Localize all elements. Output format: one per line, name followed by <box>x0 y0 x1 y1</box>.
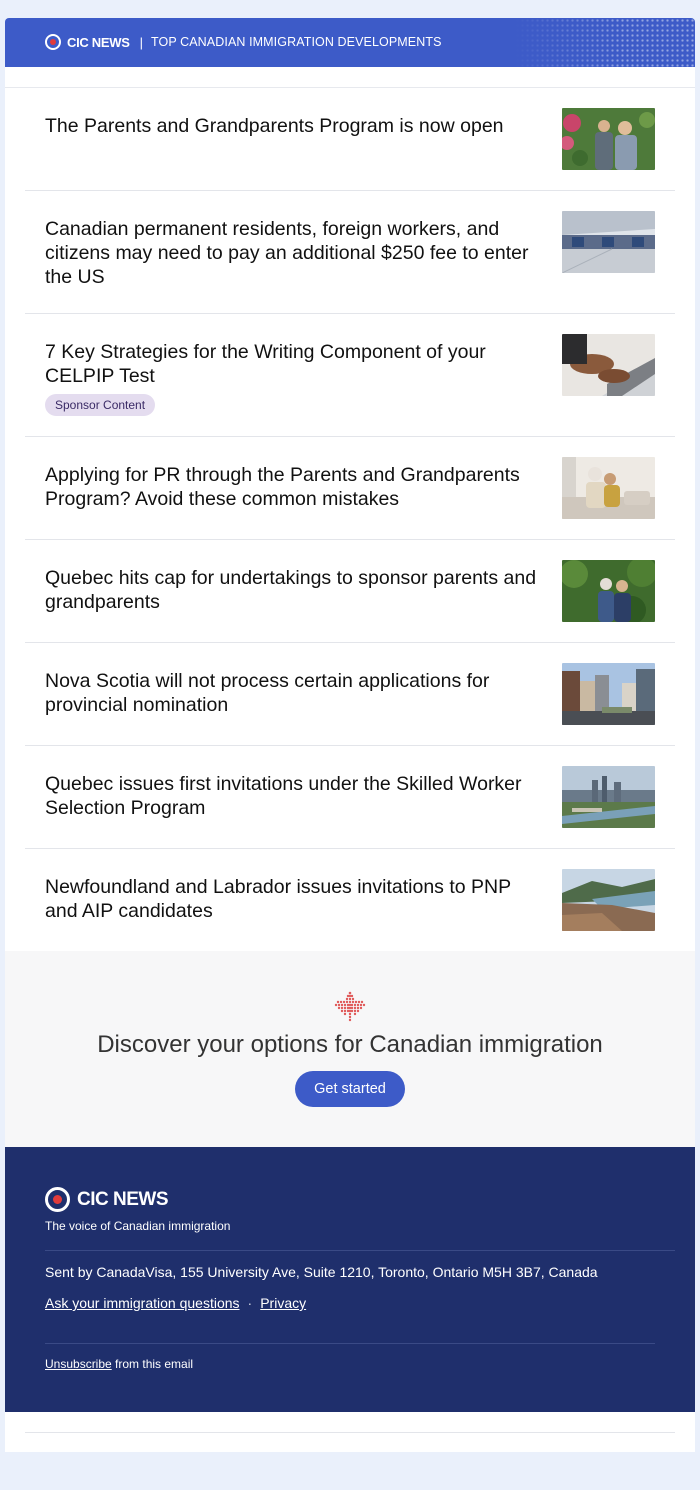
link-separator: · <box>247 1295 253 1311</box>
cic-news-logo-icon <box>45 34 61 50</box>
email-container: CIC NEWS | TOP CANADIAN IMMIGRATION DEVE… <box>5 18 695 1452</box>
footer-address: Sent by CanadaVisa, 155 University Ave, … <box>45 1264 598 1280</box>
discover-heading: Discover your options for Canadian immig… <box>97 1031 603 1058</box>
article-title[interactable]: Applying for PR through the Parents and … <box>45 463 540 511</box>
header-spacer <box>5 67 695 88</box>
article-title[interactable]: 7 Key Strategies for the Writing Compone… <box>45 340 540 416</box>
article-title[interactable]: The Parents and Grandparents Program is … <box>45 114 540 138</box>
article-list: The Parents and Grandparents Program is … <box>5 88 695 951</box>
article-item[interactable]: Nova Scotia will not process certain app… <box>25 643 675 746</box>
header-separator: | <box>139 34 143 50</box>
unsubscribe-line: Unsubscribe from this email <box>45 1357 193 1371</box>
header-banner: CIC NEWS | TOP CANADIAN IMMIGRATION DEVE… <box>5 18 695 67</box>
footer-brand-name: CIC NEWS <box>77 1188 169 1210</box>
privacy-link[interactable]: Privacy <box>260 1295 306 1311</box>
article-thumbnail-fjord-landscape[interactable] <box>562 869 655 931</box>
article-item[interactable]: Quebec issues first invitations under th… <box>25 746 675 849</box>
article-thumbnail-laptop-typing[interactable] <box>562 334 655 396</box>
bottom-spacer <box>5 1412 695 1452</box>
article-thumbnail-airport[interactable] <box>562 211 655 273</box>
footer-logo[interactable]: CIC NEWS <box>45 1187 169 1212</box>
footer-links: Ask your immigration questions · Privacy <box>45 1295 306 1311</box>
sponsor-content-badge: Sponsor Content <box>45 394 156 416</box>
article-title[interactable]: Quebec issues first invitations under th… <box>45 772 540 820</box>
article-title-text[interactable]: 7 Key Strategies for the Writing Compone… <box>45 340 540 388</box>
unsubscribe-link[interactable]: Unsubscribe <box>45 1357 112 1371</box>
header-dot-map <box>515 18 695 67</box>
article-thumbnail-montreal-skyline[interactable] <box>562 766 655 828</box>
article-item[interactable]: Newfoundland and Labrador issues invitat… <box>25 849 675 951</box>
article-title[interactable]: Newfoundland and Labrador issues invitat… <box>45 875 540 923</box>
article-title[interactable]: Nova Scotia will not process certain app… <box>45 669 540 717</box>
cic-news-logo-icon <box>45 1187 70 1212</box>
header-brand[interactable]: CIC NEWS | TOP CANADIAN IMMIGRATION DEVE… <box>45 32 442 52</box>
article-thumbnail-elderly-couple-forest[interactable] <box>562 560 655 622</box>
maple-leaf-icon <box>334 991 366 1022</box>
footer: CIC NEWS The voice of Canadian immigrati… <box>5 1147 695 1412</box>
article-thumbnail-couple-home[interactable] <box>562 457 655 519</box>
article-item[interactable]: 7 Key Strategies for the Writing Compone… <box>25 314 675 437</box>
ask-questions-link[interactable]: Ask your immigration questions <box>45 1295 240 1311</box>
footer-tagline: The voice of Canadian immigration <box>45 1219 231 1233</box>
article-item[interactable]: Applying for PR through the Parents and … <box>25 437 675 540</box>
header-brand-name: CIC NEWS <box>67 34 130 50</box>
article-item[interactable]: The Parents and Grandparents Program is … <box>25 88 675 191</box>
article-thumbnail-grandparents[interactable] <box>562 108 655 170</box>
bottom-divider <box>25 1432 675 1433</box>
footer-divider <box>45 1343 655 1344</box>
footer-divider <box>45 1250 675 1251</box>
article-item[interactable]: Quebec hits cap for undertakings to spon… <box>25 540 675 643</box>
discover-section: Discover your options for Canadian immig… <box>5 951 695 1147</box>
article-thumbnail-halifax-street[interactable] <box>562 663 655 725</box>
unsubscribe-suffix: from this email <box>111 1357 194 1371</box>
get-started-button[interactable]: Get started <box>295 1071 405 1107</box>
article-title[interactable]: Canadian permanent residents, foreign wo… <box>45 217 540 289</box>
header-tagline: TOP CANADIAN IMMIGRATION DEVELOPMENTS <box>151 35 442 49</box>
article-title[interactable]: Quebec hits cap for undertakings to spon… <box>45 566 540 614</box>
article-item[interactable]: Canadian permanent residents, foreign wo… <box>25 191 675 314</box>
